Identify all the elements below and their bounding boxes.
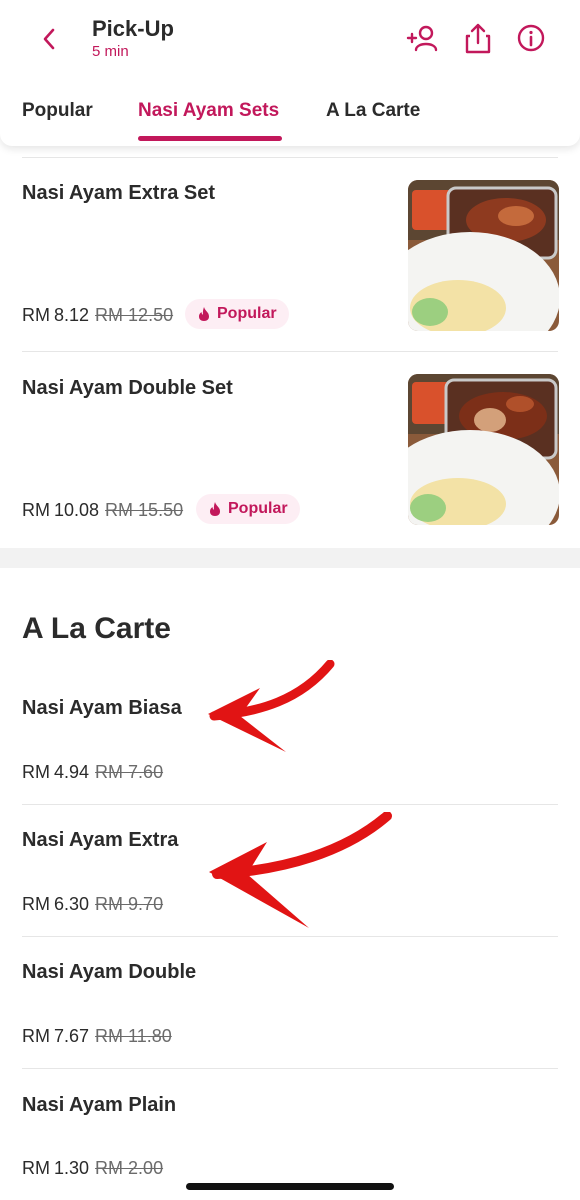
original-price: RM 15.50 <box>105 500 184 520</box>
divider <box>22 804 558 805</box>
item-price: RM 8.12 RM 12.50 <box>22 305 173 326</box>
category-tabs: Popular Nasi Ayam Sets A La Carte <box>0 98 580 144</box>
current-price: 6.30 <box>54 894 90 914</box>
divider <box>22 351 558 352</box>
current-price: 10.08 <box>54 500 100 520</box>
current-price: 1.30 <box>54 1158 90 1178</box>
item-name: Nasi Ayam Biasa <box>22 697 182 719</box>
current-price: 7.67 <box>54 1026 90 1046</box>
divider <box>22 936 558 937</box>
badge-label: Popular <box>228 500 288 517</box>
pickup-time: 5 min <box>92 43 129 60</box>
popular-badge: Popular <box>185 299 289 329</box>
badge-label: Popular <box>217 305 277 322</box>
currency: RM <box>22 1158 50 1178</box>
top-bar: Pick-Up 5 min Popular Nasi Ayam Sets A L… <box>0 0 580 146</box>
original-price: RM 11.80 <box>95 1026 172 1046</box>
currency: RM <box>22 500 50 520</box>
tab-nasi-ayam-sets[interactable]: Nasi Ayam Sets <box>138 100 279 122</box>
home-indicator <box>186 1183 394 1190</box>
item-name: Nasi Ayam Double <box>22 961 197 983</box>
flame-icon <box>210 502 220 516</box>
currency: RM <box>22 894 50 914</box>
divider <box>22 1068 558 1069</box>
original-price: RM 7.60 <box>95 762 164 782</box>
item-name: Nasi Ayam Extra Set <box>22 182 216 204</box>
original-price: RM 12.50 <box>95 305 174 325</box>
back-chevron-icon[interactable] <box>34 22 68 56</box>
item-price: RM 6.30 RM 9.70 <box>22 894 163 915</box>
section-separator <box>0 548 580 568</box>
tab-a-la-carte[interactable]: A La Carte <box>326 100 420 122</box>
red-arrow-annotation <box>208 660 335 752</box>
item-price: RM 4.94 RM 7.60 <box>22 762 163 783</box>
share-icon[interactable] <box>461 20 495 56</box>
item-name: Nasi Ayam Plain <box>22 1094 177 1116</box>
popular-badge: Popular <box>196 494 300 524</box>
currency: RM <box>22 305 50 325</box>
info-icon[interactable] <box>514 20 548 56</box>
currency: RM <box>22 1026 50 1046</box>
food-photo <box>408 180 559 331</box>
add-person-icon[interactable] <box>406 20 440 56</box>
tab-popular[interactable]: Popular <box>22 100 93 122</box>
currency: RM <box>22 762 50 782</box>
original-price: RM 2.00 <box>95 1158 164 1178</box>
divider <box>22 157 558 158</box>
item-name: Nasi Ayam Double Set <box>22 377 233 399</box>
item-price: RM 10.08 RM 15.50 <box>22 500 183 521</box>
active-tab-indicator <box>138 136 282 141</box>
current-price: 8.12 <box>54 305 90 325</box>
current-price: 4.94 <box>54 762 90 782</box>
red-arrow-annotation <box>209 812 392 928</box>
flame-icon <box>199 307 209 321</box>
page-title: Pick-Up <box>92 16 174 41</box>
item-price: RM 7.67 RM 11.80 <box>22 1026 172 1047</box>
food-photo <box>408 374 559 525</box>
original-price: RM 9.70 <box>95 894 164 914</box>
section-title-a-la-carte: A La Carte <box>22 612 171 645</box>
item-name: Nasi Ayam Extra <box>22 829 179 851</box>
item-price: RM 1.30 RM 2.00 <box>22 1158 163 1179</box>
